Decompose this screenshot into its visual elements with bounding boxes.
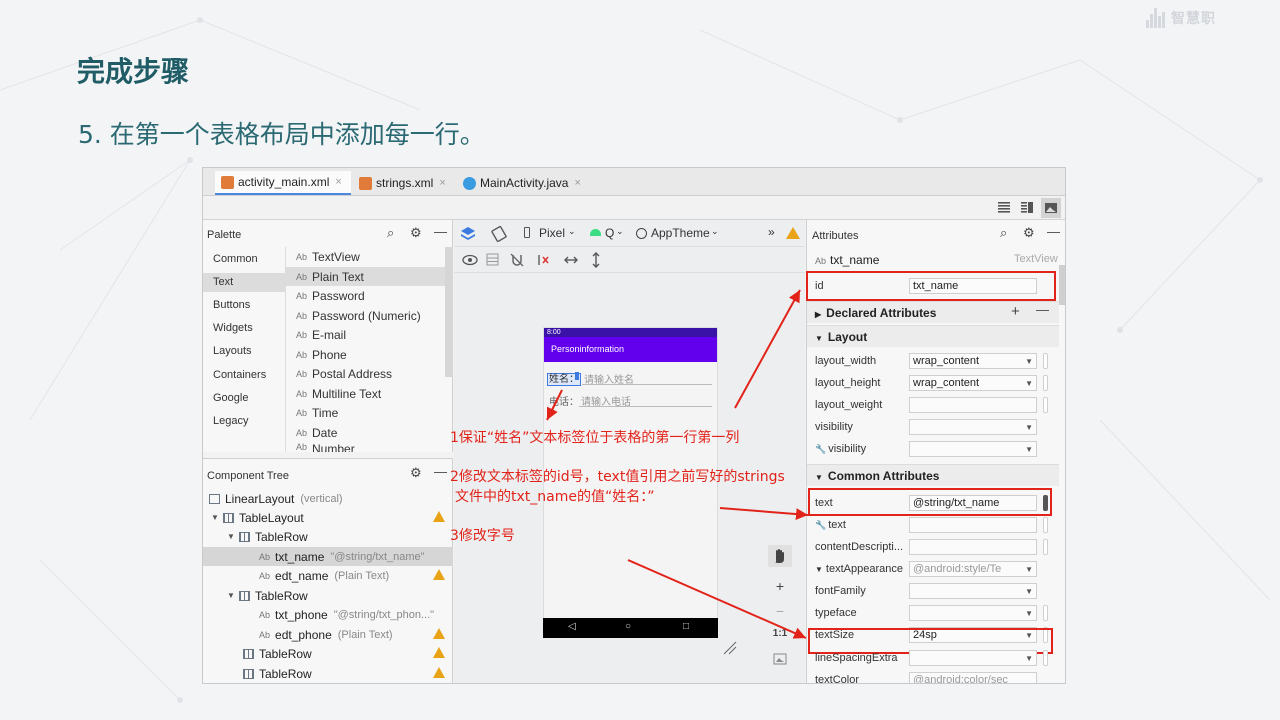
arrow-to-text	[719, 507, 809, 521]
arrow-to-id	[734, 289, 801, 409]
arrow-to-textsize	[627, 559, 807, 639]
annotation-arrows	[546, 289, 809, 639]
arrow-to-name-label	[546, 389, 563, 421]
